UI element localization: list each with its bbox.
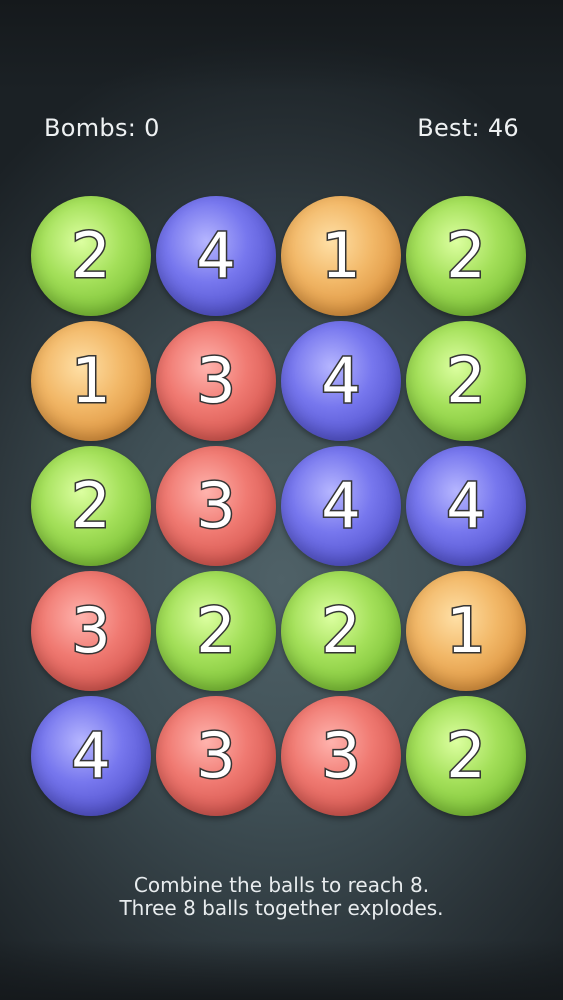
bottom-shade [0,940,563,1000]
ball-r4-c2[interactable]: 2 [156,571,276,691]
ball-r4-c4[interactable]: 1 [406,571,526,691]
ball-r5-c2[interactable]: 3 [156,696,276,816]
ball-value: 2 [70,219,112,292]
ball-value: 3 [195,469,237,542]
instructions: Combine the balls to reach 8. Three 8 ba… [0,874,563,920]
ball-r3-c1[interactable]: 2 [31,446,151,566]
game-board: 2 4 1 2 1 3 4 2 2 3 4 4 3 2 2 1 4 3 3 2 [31,196,531,821]
ball-value: 2 [195,594,237,667]
ball-value: 1 [320,219,362,292]
ball-r1-c2[interactable]: 4 [156,196,276,316]
best-score: Best: 46 [417,114,519,142]
ball-r5-c3[interactable]: 3 [281,696,401,816]
instructions-line-2: Three 8 balls together explodes. [119,896,444,920]
ball-value: 2 [445,219,487,292]
ball-r5-c4[interactable]: 2 [406,696,526,816]
ball-value: 2 [445,719,487,792]
ball-r3-c3[interactable]: 4 [281,446,401,566]
ball-r4-c3[interactable]: 2 [281,571,401,691]
ball-r5-c1[interactable]: 4 [31,696,151,816]
ball-value: 4 [70,719,112,792]
ball-value: 4 [320,469,362,542]
ball-value: 4 [195,219,237,292]
ball-value: 1 [445,594,487,667]
ball-value: 3 [195,344,237,417]
ball-r3-c4[interactable]: 4 [406,446,526,566]
top-shade [0,0,563,90]
instructions-line-1: Combine the balls to reach 8. [133,873,430,897]
ball-r3-c2[interactable]: 3 [156,446,276,566]
ball-value: 4 [320,344,362,417]
ball-value: 1 [70,344,112,417]
ball-value: 4 [445,469,487,542]
ball-value: 3 [195,719,237,792]
ball-r1-c1[interactable]: 2 [31,196,151,316]
ball-r4-c1[interactable]: 3 [31,571,151,691]
ball-value: 2 [445,344,487,417]
ball-r2-c1[interactable]: 1 [31,321,151,441]
ball-r1-c3[interactable]: 1 [281,196,401,316]
ball-r2-c2[interactable]: 3 [156,321,276,441]
ball-r2-c4[interactable]: 2 [406,321,526,441]
ball-value: 3 [320,719,362,792]
ball-r1-c4[interactable]: 2 [406,196,526,316]
ball-value: 3 [70,594,112,667]
ball-r2-c3[interactable]: 4 [281,321,401,441]
ball-value: 2 [320,594,362,667]
bombs-counter: Bombs: 0 [44,114,160,142]
ball-value: 2 [70,469,112,542]
